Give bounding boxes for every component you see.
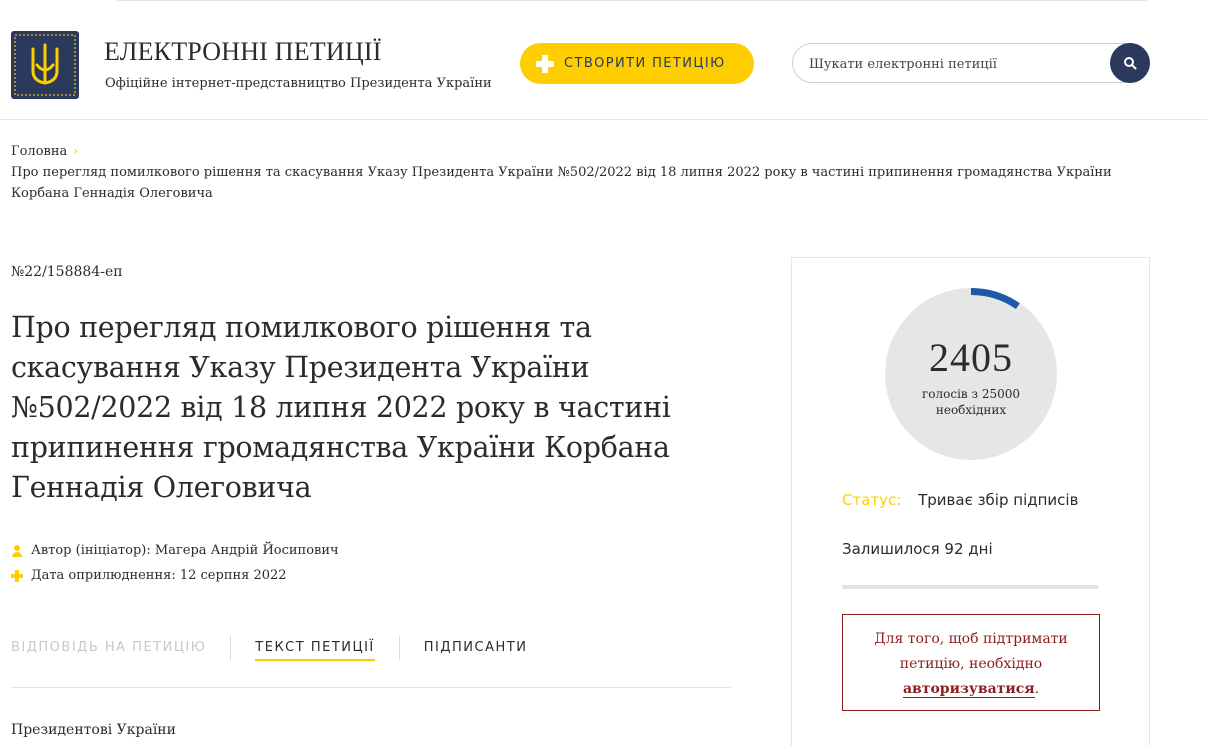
- breadcrumb: Головна › Про перегляд помилкового рішенн…: [11, 141, 1141, 204]
- status-value: Триває збір підписів: [918, 491, 1079, 509]
- auth-link[interactable]: авторизуватися: [902, 681, 1035, 698]
- tab-separator: [398, 636, 400, 660]
- petition-title: Про перегляд помилкового рішення та скас…: [11, 311, 671, 504]
- tab-answer[interactable]: ВІДПОВІДЬ НА ПЕТИЦІЮ: [11, 632, 206, 659]
- create-petition-label: СТВОРИТИ ПЕТИЦІЮ: [564, 56, 726, 71]
- days-remaining: Залишилося 92 дні: [842, 540, 993, 558]
- vote-progress: 2405 голосів з 25000 необхідних: [885, 288, 1057, 460]
- site-header: ЕЛЕКТРОННІ ПЕТИЦІЇ Офіційне інтернет-пре…: [0, 0, 1207, 120]
- petition-date: Дата оприлюднення: 12 серпня 2022: [11, 568, 287, 583]
- status-label: Статус:: [842, 491, 902, 509]
- petition-date-text: Дата оприлюднення: 12 серпня 2022: [31, 568, 287, 583]
- site-subtitle: Офіційне інтернет-представництво Президе…: [105, 76, 492, 91]
- search-input[interactable]: [809, 53, 1099, 75]
- petition-author: Автор (ініціатор): Магера Андрій Йосипов…: [11, 543, 339, 558]
- auth-notice-text: Для того, щоб підтримати петицію, необхі…: [874, 631, 1068, 672]
- petition-number: №22/158884-еп: [11, 264, 123, 280]
- plus-icon: [11, 569, 23, 582]
- plus-icon: [536, 54, 554, 73]
- petition-status: Статус: Триває збір підписів: [842, 491, 1078, 509]
- coat-of-arms-logo[interactable]: [11, 31, 79, 99]
- vote-caption: голосів з 25000 необхідних: [921, 387, 1021, 417]
- petition-body-start: Президентові України: [11, 722, 176, 738]
- site-title[interactable]: ЕЛЕКТРОННІ ПЕТИЦІЇ: [104, 37, 382, 67]
- breadcrumb-home-link[interactable]: Головна: [11, 144, 67, 159]
- tab-petition-text[interactable]: ТЕКСТ ПЕТИЦІЇ: [255, 632, 375, 661]
- user-icon: [11, 544, 23, 557]
- petition-sidebar: 2405 голосів з 25000 необхідних Статус: …: [791, 257, 1150, 746]
- vote-count: 2405: [929, 335, 1013, 380]
- search-box: [792, 43, 1150, 83]
- petition-author-text: Автор (ініціатор): Магера Андрій Йосипов…: [31, 543, 339, 558]
- petition-tabs: ВІДПОВІДЬ НА ПЕТИЦІЮ ТЕКСТ ПЕТИЦІЇ ПІДПИ…: [11, 632, 731, 688]
- tab-separator: [230, 636, 232, 660]
- auth-notice: Для того, щоб підтримати петицію, необхі…: [842, 614, 1100, 711]
- breadcrumb-current: Про перегляд помилкового рішення та скас…: [11, 165, 1112, 201]
- sidebar-divider: [842, 585, 1099, 589]
- chevron-right-icon: ›: [73, 144, 79, 158]
- trident-icon: [14, 34, 76, 96]
- auth-notice-end: .: [1034, 681, 1040, 697]
- tab-signers[interactable]: ПІДПИСАНТИ: [424, 632, 528, 659]
- create-petition-button[interactable]: СТВОРИТИ ПЕТИЦІЮ: [520, 43, 754, 84]
- search-button[interactable]: [1110, 43, 1150, 83]
- search-icon: [1124, 57, 1137, 70]
